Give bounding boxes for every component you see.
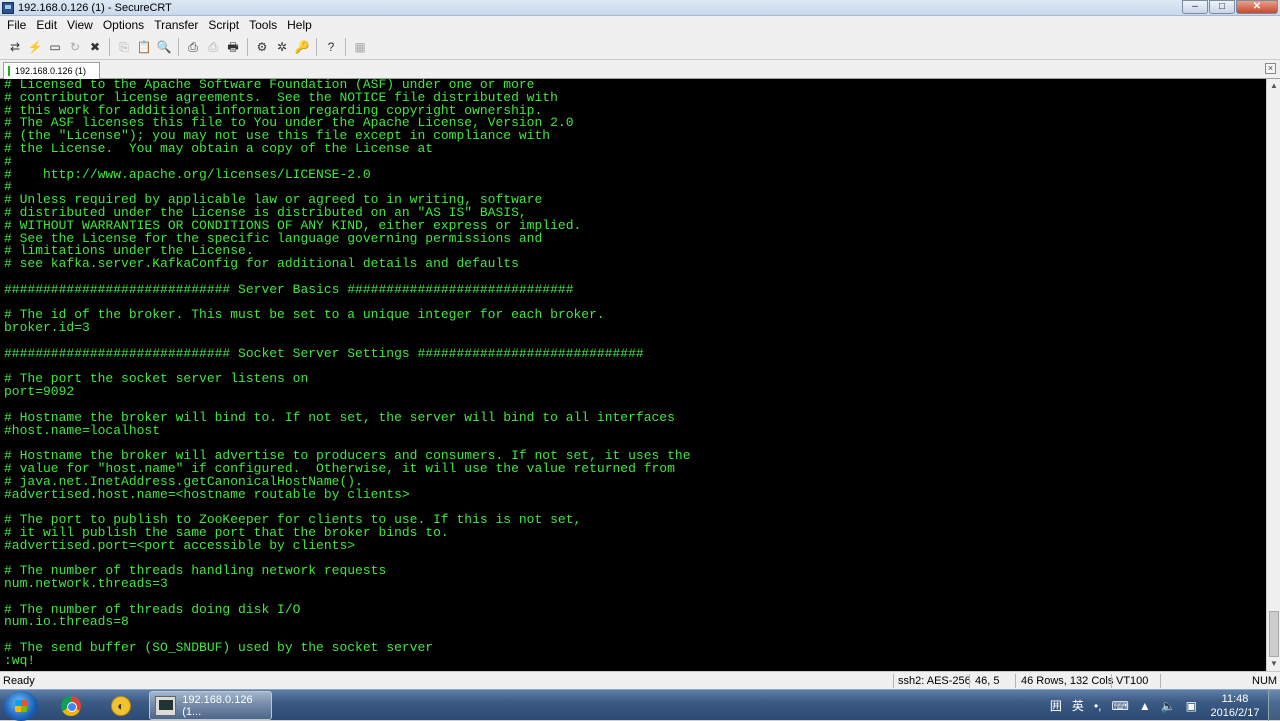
scroll-up-arrow-icon[interactable]: ▲ (1269, 81, 1279, 91)
menu-view[interactable]: View (62, 18, 98, 32)
status-numlock: NUM (1252, 675, 1278, 687)
sftp-icon[interactable]: ▦ (352, 39, 368, 55)
session-options-icon[interactable]: ⚙ (254, 39, 270, 55)
terminal-line: # The send buffer (SO_SNDBUF) used by th… (4, 640, 434, 656)
terminal-view[interactable]: # Licensed to the Apache Software Founda… (0, 79, 1266, 671)
terminal-line: # the License. You may obtain a copy of … (4, 140, 434, 156)
toolbar: ⇄ ⚡ ▭ ↻ ✖ ⎘ 📋 🔍 ⎙ ⎙ 🖶 ⚙ ✲ 🔑? ▦ (0, 34, 1280, 60)
status-divider (1015, 674, 1016, 688)
menu-bar: File Edit View Options Transfer Script T… (0, 16, 1280, 34)
show-desktop-button[interactable] (1268, 690, 1280, 721)
close-button[interactable]: ✕ (1236, 0, 1278, 14)
windows-taskbar: ◐ 192.168.0.126 (1... 囲 英 •, ⌨ ▲ 🔈 ▣ 11:… (0, 689, 1280, 721)
status-ready: Ready (3, 675, 35, 687)
terminal-line: ############################# Socket Ser… (4, 345, 644, 361)
securecrt-taskbar-button[interactable]: 192.168.0.126 (1... (149, 691, 272, 720)
status-cipher: ssh2: AES-256 (898, 675, 971, 687)
terminal-line: # The port the socket server listens on (4, 371, 309, 387)
toolbar-separator (109, 37, 110, 56)
chrome-taskbar-button[interactable] (50, 692, 94, 720)
menu-options[interactable]: Options (98, 18, 149, 32)
securecrt-icon (155, 695, 177, 716)
toolbar-separator (247, 37, 248, 56)
session-tab-label: 192.168.0.126 (1) (15, 66, 87, 76)
ime-punctuation-icon[interactable]: •, (1094, 699, 1102, 713)
help-icon[interactable]: ? (323, 39, 339, 55)
menu-file[interactable]: File (2, 18, 31, 32)
terminal-line: #host.name=localhost (4, 422, 161, 438)
status-terminal-size: 46 Rows, 132 Cols (1021, 675, 1114, 687)
terminal-scrollbar[interactable]: ▲ ▼ (1266, 79, 1280, 671)
terminal-line: #advertised.port=<port accessible by cli… (4, 537, 356, 553)
pinned-app-button[interactable]: ◐ (100, 692, 144, 720)
print-icon[interactable]: ⎙ (185, 39, 201, 55)
securecrt-app-icon[interactable] (2, 1, 14, 14)
window-title: 192.168.0.126 (1) - SecureCRT (18, 1, 172, 14)
maximize-button[interactable]: □ (1209, 0, 1235, 14)
title-bar: 192.168.0.126 (1) - SecureCRT – □ ✕ (0, 0, 1280, 16)
clock-date: 2016/2/17 (1210, 706, 1260, 719)
session-tab[interactable]: 192.168.0.126 (1) (3, 62, 100, 79)
scroll-down-arrow-icon[interactable]: ▼ (1269, 659, 1279, 669)
disconnect-icon[interactable]: ✖ (87, 39, 103, 55)
terminal-line: num.io.threads=8 (4, 614, 129, 630)
copy-icon[interactable]: ⎘ (116, 39, 132, 55)
start-button[interactable] (4, 691, 38, 721)
chrome-icon (61, 696, 81, 716)
volume-icon[interactable]: 🔈 (1161, 699, 1176, 713)
menu-script[interactable]: Script (203, 18, 244, 32)
menu-help[interactable]: Help (282, 18, 317, 32)
terminal-line: #advertised.host.name=<hostname routable… (4, 486, 410, 502)
paste-icon[interactable]: 📋 (136, 39, 152, 55)
reconnect-icon[interactable]: ↻ (67, 39, 83, 55)
connect-in-tab-icon[interactable]: ▭ (47, 39, 63, 55)
terminal-line: # The id of the broker. This must be set… (4, 307, 605, 323)
pinned-app-icon: ◐ (111, 696, 131, 716)
terminal-line: port=9092 (4, 384, 75, 400)
network-icon[interactable]: ▣ (1186, 699, 1197, 713)
taskbar-task-label: 192.168.0.126 (1... (182, 693, 253, 718)
terminal-line: broker.id=3 (4, 320, 90, 336)
terminal-line: num.network.threads=3 (4, 576, 168, 592)
toolbar-separator (345, 37, 346, 56)
ime-icon[interactable]: 囲 (1050, 697, 1062, 714)
connect-icon[interactable]: ⇄ (7, 39, 23, 55)
status-divider (1111, 674, 1112, 688)
scrollbar-thumb[interactable] (1269, 611, 1279, 657)
window-controls: – □ ✕ (1181, 0, 1278, 14)
toolbar-separator (316, 37, 317, 56)
status-bar: Ready ssh2: AES-256 46, 5 46 Rows, 132 C… (0, 671, 1280, 689)
keyboard-icon[interactable]: ⌨ (1111, 699, 1128, 713)
terminal-line: # see kafka.server.KafkaConfig for addit… (4, 256, 519, 272)
clock[interactable]: 11:48 2016/2/17 (1206, 692, 1264, 720)
status-emulation: VT100 (1116, 675, 1149, 687)
close-tab-icon[interactable]: × (1265, 63, 1276, 74)
terminal-line: ############################# Server Bas… (4, 281, 574, 297)
minimize-button[interactable]: – (1182, 0, 1208, 14)
toolbar-separator (178, 37, 179, 56)
clock-time: 11:48 (1221, 692, 1249, 705)
session-tab-bar: 192.168.0.126 (1) × (0, 60, 1280, 79)
print-selection-icon[interactable]: ⎙ (205, 39, 221, 55)
ime-language-indicator[interactable]: 英 (1072, 697, 1084, 714)
connected-indicator-icon (8, 66, 10, 76)
status-divider (969, 674, 970, 688)
terminal-line: :wq! (4, 652, 36, 668)
status-divider (1160, 674, 1161, 688)
status-cursor-position: 46, 5 (975, 675, 1000, 687)
find-icon[interactable]: 🔍 (156, 39, 172, 55)
status-divider (893, 674, 894, 688)
quick-connect-icon[interactable]: ⚡ (27, 39, 43, 55)
terminal-output: # Licensed to the Apache Software Founda… (4, 79, 691, 668)
show-hidden-icons-chevron-icon[interactable]: ▲ (1139, 699, 1151, 713)
terminal-line: # http://www.apache.org/licenses/LICENSE… (4, 166, 371, 182)
menu-transfer[interactable]: Transfer (149, 18, 203, 32)
menu-tools[interactable]: Tools (244, 18, 282, 32)
menu-edit[interactable]: Edit (31, 18, 62, 32)
printer-icon[interactable]: 🖶 (225, 39, 241, 55)
keymap-icon[interactable]: 🔑 (294, 39, 310, 55)
global-options-icon[interactable]: ✲ (274, 39, 290, 55)
system-tray: 囲 英 •, ⌨ ▲ 🔈 ▣ 11:48 2016/2/17 (1045, 690, 1280, 721)
